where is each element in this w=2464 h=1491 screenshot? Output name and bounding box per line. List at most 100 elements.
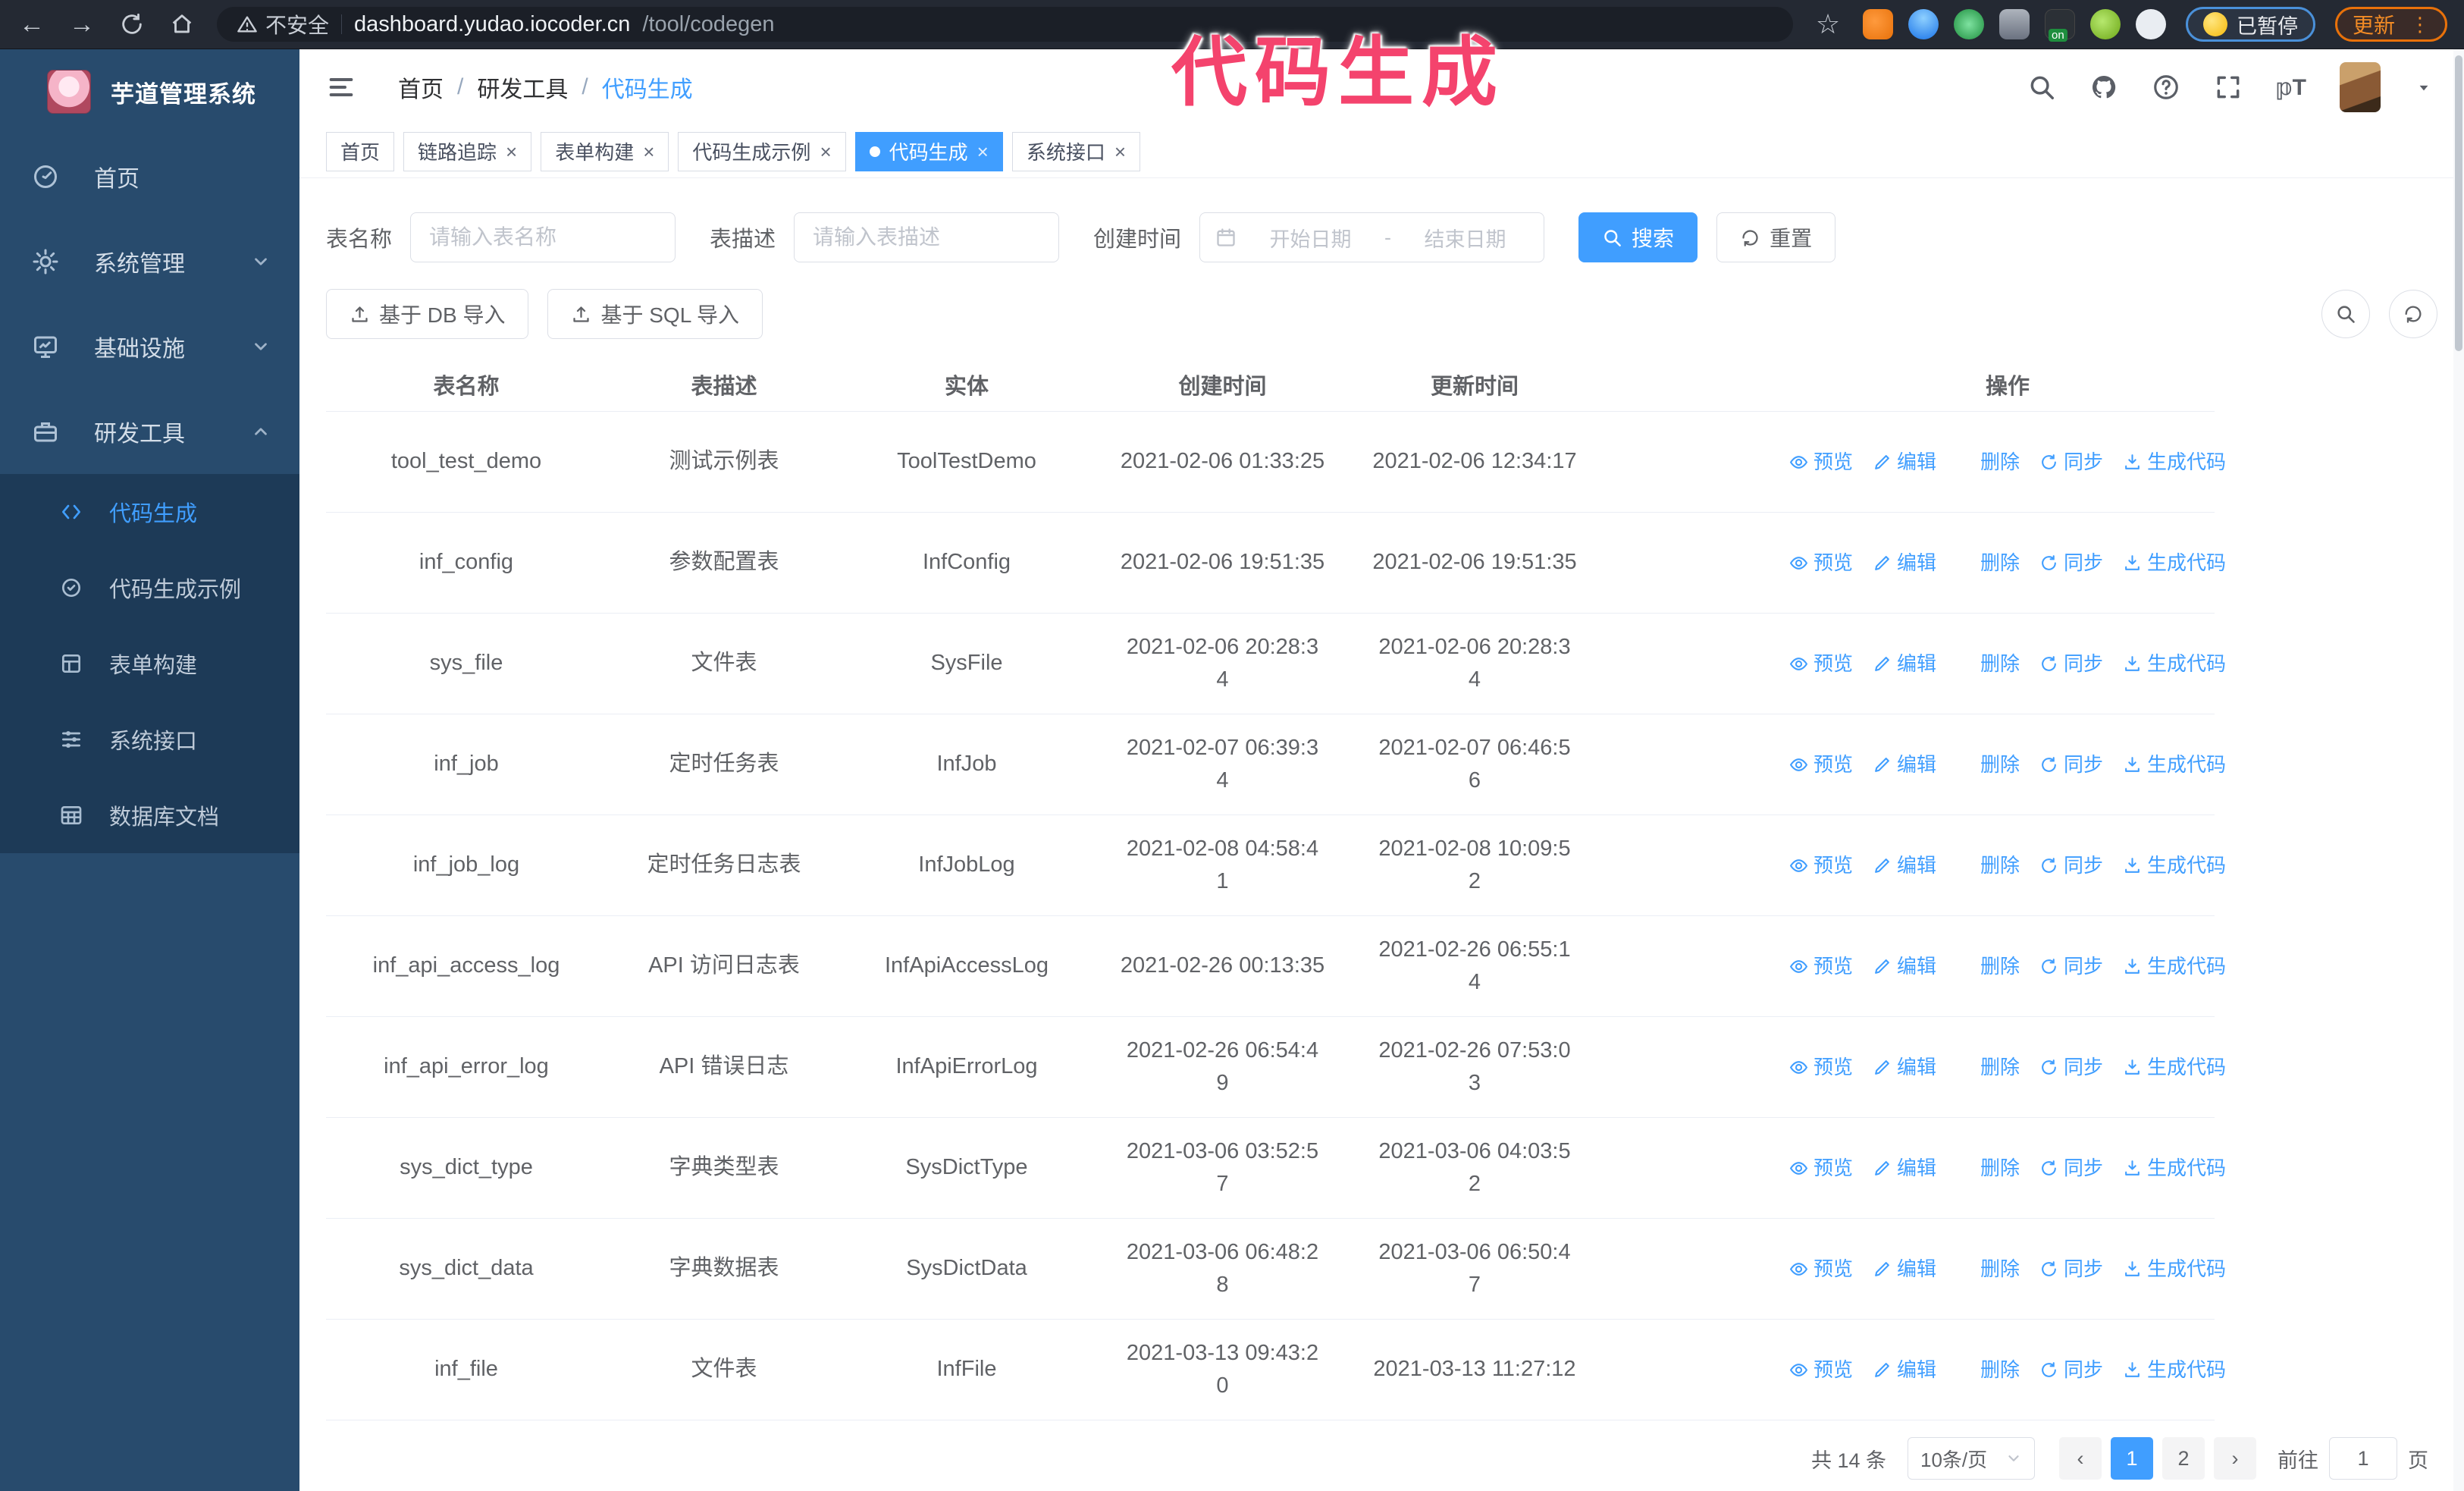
breadcrumb-item[interactable]: 研发工具 <box>477 71 568 104</box>
sidebar-menu-item[interactable]: 首页 <box>0 134 299 219</box>
search-icon[interactable] <box>2027 73 2056 102</box>
refresh-table-button[interactable] <box>2389 290 2437 338</box>
action-download-link[interactable]: 生成代码 <box>2123 1254 2226 1284</box>
action-eye-link[interactable]: 预览 <box>1789 1053 1853 1082</box>
action-delete-link[interactable]: 删除 <box>1956 1254 2020 1284</box>
fullscreen-icon[interactable] <box>2214 73 2243 102</box>
action-download-link[interactable]: 生成代码 <box>2123 851 2226 880</box>
caret-down-icon[interactable] <box>2414 77 2434 97</box>
action-download-link[interactable]: 生成代码 <box>2123 548 2226 578</box>
prev-page-button[interactable]: ‹ <box>2059 1437 2102 1480</box>
forward-icon[interactable]: → <box>67 10 97 39</box>
action-sync-link[interactable]: 同步 <box>2039 750 2103 780</box>
import-sql-button[interactable]: 基于 SQL 导入 <box>547 289 763 339</box>
action-delete-link[interactable]: 删除 <box>1956 750 2020 780</box>
action-eye-link[interactable]: 预览 <box>1789 750 1853 780</box>
action-edit-link[interactable]: 编辑 <box>1873 1355 1936 1385</box>
action-delete-link[interactable]: 删除 <box>1956 1154 2020 1183</box>
breadcrumb-item[interactable]: 首页 <box>398 71 444 104</box>
table-desc-input[interactable] <box>794 212 1060 262</box>
action-eye-link[interactable]: 预览 <box>1789 447 1853 477</box>
action-eye-link[interactable]: 预览 <box>1789 649 1853 679</box>
import-db-button[interactable]: 基于 DB 导入 <box>326 289 529 339</box>
browser-menu-icon[interactable]: ⋮ <box>2410 13 2430 36</box>
action-edit-link[interactable]: 编辑 <box>1873 851 1936 880</box>
tab[interactable]: 系统接口 × <box>1011 131 1141 171</box>
action-sync-link[interactable]: 同步 <box>2039 851 2103 880</box>
action-sync-link[interactable]: 同步 <box>2039 1355 2103 1385</box>
sidebar-logo[interactable]: 芋道管理系统 <box>0 49 299 134</box>
help-icon[interactable] <box>2152 73 2180 102</box>
toggle-search-button[interactable] <box>2321 290 2370 338</box>
action-sync-link[interactable]: 同步 <box>2039 447 2103 477</box>
back-icon[interactable]: ← <box>17 10 47 39</box>
extension-icon[interactable] <box>1862 9 1893 39</box>
action-edit-link[interactable]: 编辑 <box>1873 548 1936 578</box>
bookmark-star-icon[interactable]: ☆ <box>1813 8 1843 40</box>
puzzle-extension-icon[interactable] <box>2135 9 2166 39</box>
close-icon[interactable]: × <box>977 142 989 162</box>
sidebar-submenu-item[interactable]: 代码生成示例 <box>0 550 299 626</box>
sidebar-menu-item[interactable]: 系统管理 <box>0 219 299 304</box>
action-edit-link[interactable]: 编辑 <box>1873 952 1936 981</box>
textsize-icon[interactable]: 𝕡T <box>2276 74 2306 101</box>
tab[interactable]: 链路追踪 × <box>403 131 532 171</box>
reset-button[interactable]: 重置 <box>1716 212 1836 262</box>
action-delete-link[interactable]: 删除 <box>1956 649 2020 679</box>
sidebar-submenu-item[interactable]: 数据库文档 <box>0 777 299 853</box>
sidebar-submenu-item[interactable]: 代码生成 <box>0 474 299 550</box>
not-secure-warning[interactable]: 不安全 <box>237 9 329 39</box>
action-eye-link[interactable]: 预览 <box>1789 851 1853 880</box>
action-delete-link[interactable]: 删除 <box>1956 447 2020 477</box>
action-edit-link[interactable]: 编辑 <box>1873 1254 1936 1284</box>
action-download-link[interactable]: 生成代码 <box>2123 649 2226 679</box>
action-download-link[interactable]: 生成代码 <box>2123 952 2226 981</box>
action-eye-link[interactable]: 预览 <box>1789 952 1853 981</box>
action-download-link[interactable]: 生成代码 <box>2123 1355 2226 1385</box>
sidebar-menu-item[interactable]: 研发工具 <box>0 389 299 474</box>
page-button-2[interactable]: 2 <box>2162 1437 2205 1480</box>
action-delete-link[interactable]: 删除 <box>1956 1355 2020 1385</box>
action-eye-link[interactable]: 预览 <box>1789 1254 1853 1284</box>
extension-icon[interactable] <box>1998 9 2030 39</box>
action-download-link[interactable]: 生成代码 <box>2123 1053 2226 1082</box>
action-eye-link[interactable]: 预览 <box>1789 1154 1853 1183</box>
action-edit-link[interactable]: 编辑 <box>1873 1053 1936 1082</box>
browser-home-icon[interactable] <box>167 11 197 37</box>
action-edit-link[interactable]: 编辑 <box>1873 649 1936 679</box>
action-sync-link[interactable]: 同步 <box>2039 952 2103 981</box>
create-time-range-picker[interactable]: 开始日期 - 结束日期 <box>1199 212 1545 262</box>
close-icon[interactable]: × <box>820 142 831 162</box>
tab[interactable]: 代码生成示例 × <box>678 131 846 171</box>
action-eye-link[interactable]: 预览 <box>1789 548 1853 578</box>
goto-page-input[interactable] <box>2329 1437 2397 1480</box>
action-eye-link[interactable]: 预览 <box>1789 1355 1853 1385</box>
action-sync-link[interactable]: 同步 <box>2039 1154 2103 1183</box>
action-edit-link[interactable]: 编辑 <box>1873 447 1936 477</box>
page-scrollbar[interactable] <box>2453 49 2464 1491</box>
action-delete-link[interactable]: 删除 <box>1956 548 2020 578</box>
action-edit-link[interactable]: 编辑 <box>1873 750 1936 780</box>
action-delete-link[interactable]: 删除 <box>1956 952 2020 981</box>
action-sync-link[interactable]: 同步 <box>2039 548 2103 578</box>
action-edit-link[interactable]: 编辑 <box>1873 1154 1936 1183</box>
scrollbar-thumb[interactable] <box>2455 55 2462 351</box>
next-page-button[interactable]: › <box>2214 1437 2256 1480</box>
action-download-link[interactable]: 生成代码 <box>2123 750 2226 780</box>
page-button-1[interactable]: 1 <box>2111 1437 2153 1480</box>
address-bar[interactable]: 不安全 dashboard.yudao.iocoder.cn/tool/code… <box>217 7 1793 42</box>
browser-update-button[interactable]: 更新 ⋮ <box>2334 7 2447 42</box>
tab[interactable]: 首页 × <box>326 131 395 171</box>
table-name-input[interactable] <box>410 212 676 262</box>
action-download-link[interactable]: 生成代码 <box>2123 1154 2226 1183</box>
page-size-select[interactable]: 10条/页 <box>1908 1437 2035 1480</box>
close-icon[interactable]: × <box>643 142 654 162</box>
sidebar-toggle-icon[interactable] <box>326 72 356 102</box>
action-delete-link[interactable]: 删除 <box>1956 1053 2020 1082</box>
close-icon[interactable]: × <box>506 142 517 162</box>
tab[interactable]: 代码生成 × <box>854 131 1003 171</box>
search-button[interactable]: 搜索 <box>1578 212 1698 262</box>
reload-icon[interactable] <box>117 11 147 37</box>
github-icon[interactable] <box>2089 73 2118 102</box>
action-download-link[interactable]: 生成代码 <box>2123 447 2226 477</box>
